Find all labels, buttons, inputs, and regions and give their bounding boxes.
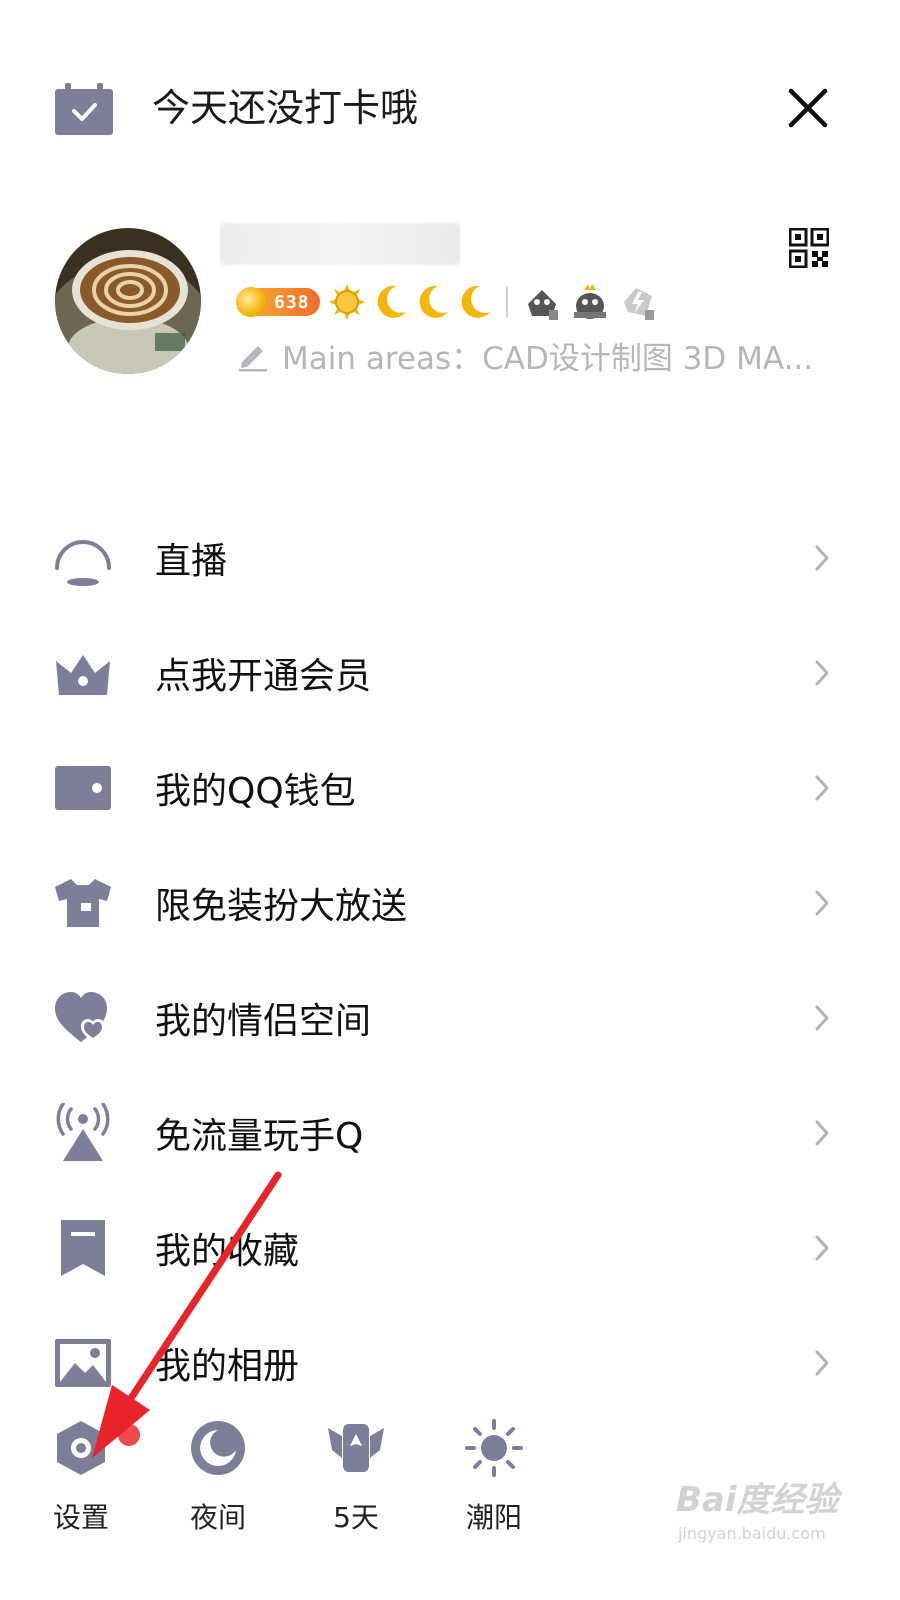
- wallet-icon: [53, 758, 113, 818]
- menu-label: 免流量玩手Q: [155, 1115, 364, 1157]
- lightning-badge-icon: [623, 288, 654, 320]
- night-mode-icon: [191, 1421, 245, 1475]
- baidu-watermark: Bai度经验 jingyan.baidu.com: [676, 1472, 846, 1552]
- menu-item-free-data[interactable]: 免流量玩手Q: [0, 1075, 900, 1190]
- checkin-status-text[interactable]: 今天还没打卡哦: [152, 82, 418, 134]
- winged-badge-icon: [328, 1424, 384, 1472]
- chevron-right-icon: [815, 1235, 829, 1260]
- chevron-right-icon: [815, 775, 829, 800]
- night-mode-label: 夜间: [189, 1501, 246, 1534]
- chevron-right-icon: [815, 1350, 829, 1375]
- nickname-blurred: [220, 223, 460, 265]
- streak-label: 5天: [333, 1501, 379, 1534]
- penguin-crown-badge-icon: [573, 284, 606, 319]
- weather-sun-icon: [465, 1419, 523, 1477]
- menu-item-vip[interactable]: 点我开通会员: [0, 615, 900, 730]
- qr-code-icon[interactable]: [789, 228, 829, 268]
- weather-label: 潮阳: [465, 1501, 522, 1534]
- streak-button[interactable]: 5天: [301, 1410, 411, 1550]
- chevron-right-icon: [815, 890, 829, 915]
- menu-label: 直播: [155, 540, 228, 582]
- menu-label: 点我开通会员: [155, 655, 372, 697]
- notification-badge: [118, 1424, 140, 1446]
- close-icon[interactable]: [786, 86, 830, 130]
- watermark-main: Bai度经验: [676, 1480, 839, 1520]
- chevron-right-icon: [815, 1005, 829, 1030]
- weather-button[interactable]: 潮阳: [439, 1410, 549, 1550]
- night-mode-button[interactable]: 夜间: [163, 1410, 273, 1550]
- signature-row[interactable]: Main areas：CAD设计制图 3D MA...: [236, 333, 836, 377]
- menu-label: 限免装扮大放送: [155, 885, 408, 927]
- menu-label: 我的QQ钱包: [155, 770, 356, 812]
- photo-icon: [53, 1333, 113, 1393]
- menu-label: 我的相册: [155, 1345, 300, 1387]
- tshirt-icon: [53, 873, 113, 933]
- chevron-right-icon: [815, 1120, 829, 1145]
- bookmark-icon: [53, 1218, 113, 1278]
- moon-level-icon: [461, 285, 490, 318]
- menu-item-wallet[interactable]: 我的QQ钱包: [0, 730, 900, 845]
- coffee-avatar-image: [55, 228, 201, 374]
- heart-icon: [53, 988, 113, 1048]
- settings-label: 设置: [52, 1501, 109, 1534]
- moon-level-icon: [419, 285, 448, 318]
- settings-button[interactable]: 设置: [26, 1410, 140, 1550]
- sun-level-icon: [328, 284, 365, 320]
- menu-label: 我的收藏: [155, 1230, 300, 1272]
- moon-level-icon: [377, 285, 406, 318]
- penguin-badge-icon: [527, 290, 558, 320]
- live-icon: [53, 528, 113, 588]
- coin-icon: [236, 287, 266, 317]
- watermark-url: jingyan.baidu.com: [678, 1524, 826, 1543]
- menu-item-dressup[interactable]: 限免装扮大放送: [0, 845, 900, 960]
- menu-label: 我的情侣空间: [155, 1000, 372, 1042]
- coin-count: 638: [274, 291, 310, 313]
- badge-divider: [505, 287, 508, 317]
- signal-tower-icon: [53, 1102, 113, 1163]
- menu-item-live[interactable]: 直播: [0, 500, 900, 615]
- chevron-right-icon: [815, 545, 829, 570]
- menu-item-couple[interactable]: 我的情侣空间: [0, 960, 900, 1075]
- menu-item-favorites[interactable]: 我的收藏: [0, 1190, 900, 1305]
- avatar[interactable]: [55, 228, 201, 374]
- calendar-check-icon[interactable]: [55, 83, 113, 135]
- crown-icon: [53, 643, 113, 703]
- menu-item-album[interactable]: 我的相册: [0, 1305, 900, 1420]
- chevron-right-icon: [815, 660, 829, 685]
- signature-text: Main areas：CAD设计制图 3D MA...: [282, 340, 814, 377]
- level-badges[interactable]: 638: [236, 280, 658, 324]
- settings-icon: [57, 1421, 105, 1475]
- coin-badge: 638: [236, 287, 320, 317]
- pencil-icon: [239, 346, 267, 372]
